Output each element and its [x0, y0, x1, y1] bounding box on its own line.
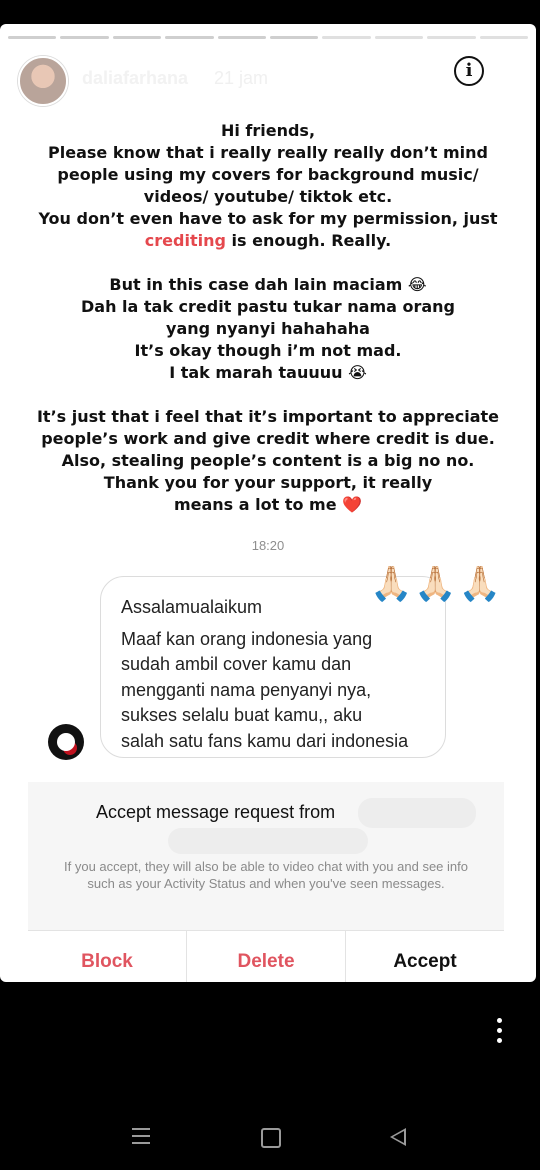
progress-segment [8, 36, 57, 39]
crediting-highlight: crediting [144, 231, 226, 250]
progress-segment [427, 36, 476, 39]
note-line: But in this case dah lain maciam 😂 [109, 275, 427, 294]
message-line: sukses selalu buat kamu,, aku [121, 705, 363, 725]
note-line: It’s okay though i’m not mad. [134, 341, 402, 360]
note-line-rest: is enough. Really. [225, 231, 392, 250]
story-username[interactable]: daliafarhana [82, 68, 188, 89]
recent-apps-icon[interactable] [132, 1128, 150, 1144]
accept-button[interactable]: Accept [346, 931, 504, 982]
story-time-ago: 21 jam [214, 68, 269, 88]
message-line: sudah ambil cover kamu dan [121, 654, 352, 674]
progress-segment [374, 36, 424, 39]
note-line: yang nyanyi hahahaha [166, 319, 370, 338]
note-line: Thank you for your support, it really [103, 473, 433, 492]
home-icon[interactable] [261, 1128, 281, 1148]
message-line: Maaf kan orang indonesia yang [121, 628, 373, 649]
progress-segment [322, 36, 371, 39]
request-title: Accept message request from [96, 802, 336, 822]
note-line: people’s work and give credit where cred… [41, 429, 495, 448]
message-timestamp: 18:20 [251, 538, 285, 553]
profile-avatar[interactable] [18, 56, 68, 106]
progress-segment [112, 36, 162, 39]
block-button[interactable]: Block [28, 931, 187, 982]
redacted-name [168, 828, 368, 854]
note-line: You don’t even have to ask for my permis… [38, 209, 498, 228]
redacted-name [358, 798, 476, 828]
story-card: daliafarhana 21 jam i Hi friends, Please… [0, 24, 536, 982]
note-line: It’s just that i feel that it’s importan… [36, 407, 500, 426]
back-icon[interactable] [390, 1128, 406, 1146]
note-line: crediting is enough. Really. [28, 230, 508, 252]
note-line: Please know that i really really really … [48, 143, 488, 162]
note-line: means a lot to me ❤️ [173, 495, 363, 514]
story-text-note: Hi friends, Please know that i really re… [28, 120, 508, 516]
progress-segment [479, 36, 529, 39]
message-request-panel: Accept message request from If you accep… [28, 782, 504, 930]
note-line: people using my covers for background mu… [57, 165, 479, 184]
praying-hands-reaction: 🙏🏻🙏🏻🙏🏻 [370, 565, 504, 603]
request-actions: Block Delete Accept [28, 930, 504, 982]
note-line: Also, stealing people’s content is a big… [61, 451, 475, 470]
progress-segment [217, 36, 267, 39]
note-line: I tak marah tauuuu 😭 [169, 363, 367, 382]
request-description: If you accept, they will also be able to… [64, 859, 468, 891]
info-icon[interactable]: i [454, 56, 484, 86]
story-progress-bars [8, 36, 529, 39]
message-line: mengganti nama penyanyi nya, [121, 679, 372, 700]
delete-button[interactable]: Delete [187, 931, 346, 982]
progress-segment [60, 36, 109, 39]
message-line: salah satu fans kamu dari indonesia [121, 730, 409, 751]
android-nav-bar [0, 1118, 540, 1158]
note-line: Dah la tak credit pastu tukar nama orang [81, 297, 455, 316]
note-line: videos/ youtube/ tiktok etc. [143, 187, 393, 206]
note-line: Hi friends, [220, 121, 316, 140]
sender-avatar[interactable] [48, 724, 84, 760]
progress-segment [270, 36, 319, 39]
progress-segment [165, 36, 214, 39]
more-options-icon[interactable] [494, 1018, 504, 1048]
